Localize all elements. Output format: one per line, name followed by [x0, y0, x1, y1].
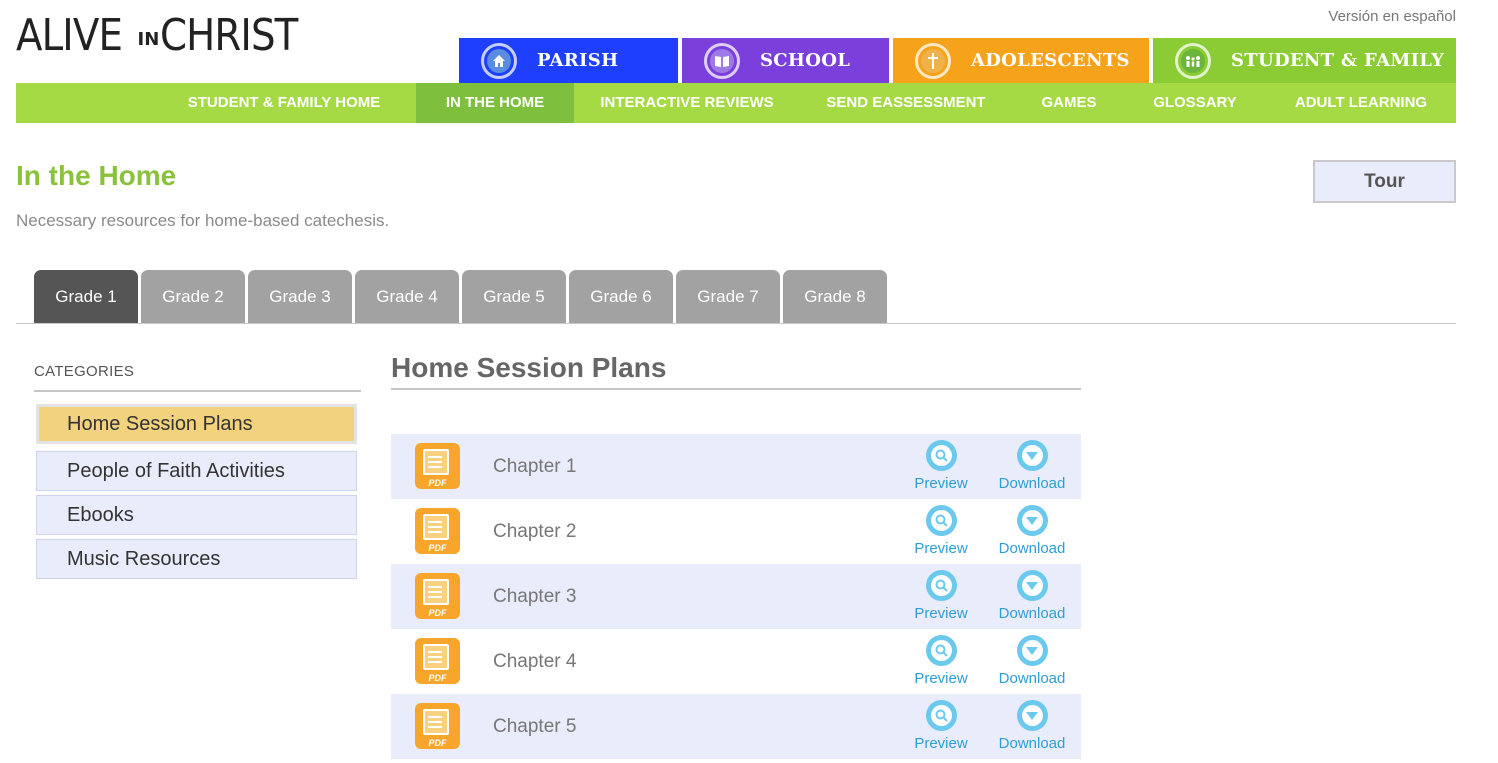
- section-title: Home Session Plans: [391, 352, 667, 383]
- download-arrow-icon: [1021, 640, 1043, 661]
- nav-games[interactable]: GAMES: [1036, 83, 1102, 123]
- tab-student-family-label: STUDENT & FAMILY: [1231, 50, 1445, 71]
- categories-heading: CATEGORIES: [34, 363, 135, 380]
- download-label: Download: [998, 605, 1066, 622]
- resource-row: PDF Chapter 5 Preview Download: [391, 694, 1081, 759]
- tour-button[interactable]: Tour: [1313, 160, 1456, 203]
- category-home-session-plans[interactable]: Home Session Plans: [36, 404, 357, 444]
- preview-label: Preview: [914, 605, 968, 622]
- download-button[interactable]: Download: [991, 700, 1073, 752]
- audience-tabs: PARISH SCHOOL ADOLESCENTS STUDENT & FAMI…: [459, 38, 1456, 83]
- preview-label: Preview: [914, 670, 968, 687]
- tab-grade-6[interactable]: Grade 6: [569, 270, 673, 323]
- tab-grade-5[interactable]: Grade 5: [462, 270, 566, 323]
- resource-title: Chapter 2: [493, 521, 577, 542]
- preview-label: Preview: [914, 540, 968, 557]
- nav-interactive-reviews[interactable]: INTERACTIVE REVIEWS: [594, 83, 780, 123]
- resource-title: Chapter 1: [493, 456, 577, 477]
- pdf-icon[interactable]: PDF: [415, 443, 460, 489]
- nav-student-family-home[interactable]: STUDENT & FAMILY HOME: [182, 83, 386, 123]
- home-icon: [481, 42, 517, 79]
- preview-button[interactable]: Preview: [910, 570, 972, 622]
- tab-grade-2[interactable]: Grade 2: [141, 270, 245, 323]
- tab-adolescents-label: ADOLESCENTS: [971, 50, 1130, 71]
- preview-button[interactable]: Preview: [910, 635, 972, 687]
- tabs-divider: [16, 323, 1456, 324]
- download-label: Download: [998, 475, 1066, 492]
- download-button[interactable]: Download: [991, 505, 1073, 557]
- section-nav: STUDENT & FAMILY HOME IN THE HOME INTERA…: [16, 83, 1456, 123]
- resource-row: PDF Chapter 2 Preview Download: [391, 499, 1081, 564]
- tab-grade-3[interactable]: Grade 3: [248, 270, 352, 323]
- nav-adult-learning[interactable]: ADULT LEARNING: [1288, 83, 1434, 123]
- pdf-icon-label: PDF: [428, 543, 447, 553]
- download-button[interactable]: Download: [991, 570, 1073, 622]
- spanish-version-link[interactable]: Versión en español: [1328, 8, 1456, 25]
- resource-row: PDF Chapter 4 Preview Download: [391, 629, 1081, 694]
- pdf-icon-label: PDF: [428, 608, 447, 618]
- book-icon: [704, 42, 740, 79]
- magnifier-icon: [930, 445, 952, 466]
- pdf-icon-label: PDF: [428, 478, 447, 488]
- download-arrow-icon: [1021, 445, 1043, 466]
- magnifier-icon: [930, 640, 952, 661]
- tab-school[interactable]: SCHOOL: [682, 38, 889, 83]
- download-label: Download: [998, 540, 1066, 557]
- magnifier-icon: [930, 705, 952, 726]
- resource-title: Chapter 4: [493, 651, 577, 672]
- tab-parish-label: PARISH: [537, 50, 619, 71]
- preview-button[interactable]: Preview: [910, 700, 972, 752]
- pdf-icon[interactable]: PDF: [415, 573, 460, 619]
- category-music-resources[interactable]: Music Resources: [36, 539, 357, 579]
- tab-grade-7[interactable]: Grade 7: [676, 270, 780, 323]
- alive-in-christ-logo[interactable]: ALIVE INCHRIST: [16, 8, 316, 68]
- pdf-icon-label: PDF: [428, 738, 447, 748]
- tab-adolescents[interactable]: ADOLESCENTS: [893, 38, 1149, 83]
- resource-title: Chapter 5: [493, 716, 577, 737]
- nav-in-the-home[interactable]: IN THE HOME: [416, 83, 574, 123]
- preview-label: Preview: [914, 475, 968, 492]
- preview-button[interactable]: Preview: [910, 440, 972, 492]
- preview-label: Preview: [914, 735, 968, 752]
- download-label: Download: [998, 735, 1066, 752]
- nav-send-eassessment[interactable]: SEND EASSESSMENT: [822, 83, 990, 123]
- pdf-icon[interactable]: PDF: [415, 638, 460, 684]
- download-button[interactable]: Download: [991, 635, 1073, 687]
- resource-row: PDF Chapter 1 Preview Download: [391, 434, 1081, 499]
- tab-grade-8[interactable]: Grade 8: [783, 270, 887, 323]
- magnifier-icon: [930, 575, 952, 596]
- page-subtitle: Necessary resources for home-based catec…: [16, 211, 390, 230]
- tab-grade-4[interactable]: Grade 4: [355, 270, 459, 323]
- categories-divider: [34, 390, 361, 392]
- category-ebooks[interactable]: Ebooks: [36, 495, 357, 535]
- tab-school-label: SCHOOL: [760, 50, 851, 71]
- magnifier-icon: [930, 510, 952, 531]
- nav-glossary[interactable]: GLOSSARY: [1148, 83, 1242, 123]
- logo-christ-text: CHRIST: [160, 10, 298, 61]
- pdf-icon[interactable]: PDF: [415, 703, 460, 749]
- family-icon: [1175, 42, 1211, 79]
- page-title: In the Home: [16, 160, 177, 191]
- tab-grade-1[interactable]: Grade 1: [34, 270, 138, 323]
- pdf-icon-label: PDF: [428, 673, 447, 683]
- section-divider: [391, 388, 1081, 390]
- download-arrow-icon: [1021, 510, 1043, 531]
- download-arrow-icon: [1021, 705, 1043, 726]
- logo-alive-text: ALIVE: [16, 10, 123, 61]
- resource-title: Chapter 3: [493, 586, 577, 607]
- cross-icon: [915, 42, 951, 79]
- tab-student-family[interactable]: STUDENT & FAMILY: [1153, 38, 1456, 83]
- pdf-icon[interactable]: PDF: [415, 508, 460, 554]
- download-button[interactable]: Download: [991, 440, 1073, 492]
- category-people-of-faith-activities[interactable]: People of Faith Activities: [36, 451, 357, 491]
- resource-row: PDF Chapter 3 Preview Download: [391, 564, 1081, 629]
- preview-button[interactable]: Preview: [910, 505, 972, 557]
- tab-parish[interactable]: PARISH: [459, 38, 678, 83]
- grade-tabs: Grade 1 Grade 2 Grade 3 Grade 4 Grade 5 …: [34, 270, 887, 323]
- download-arrow-icon: [1021, 575, 1043, 596]
- logo-in-text: IN: [137, 29, 160, 50]
- download-label: Download: [998, 670, 1066, 687]
